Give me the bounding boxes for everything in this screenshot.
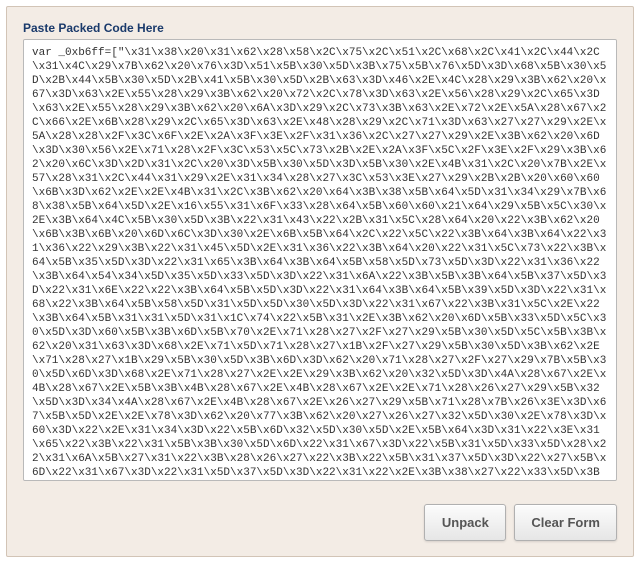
clear-form-button[interactable]: Clear Form — [514, 504, 617, 541]
packed-code-input[interactable] — [23, 39, 617, 481]
button-row: Unpack Clear Form — [23, 504, 617, 541]
code-input-label: Paste Packed Code Here — [23, 21, 617, 35]
unpack-button[interactable]: Unpack — [424, 504, 506, 541]
unpack-panel: Paste Packed Code Here Unpack Clear Form — [6, 6, 634, 557]
page-root: Paste Packed Code Here Unpack Clear Form — [0, 0, 640, 563]
